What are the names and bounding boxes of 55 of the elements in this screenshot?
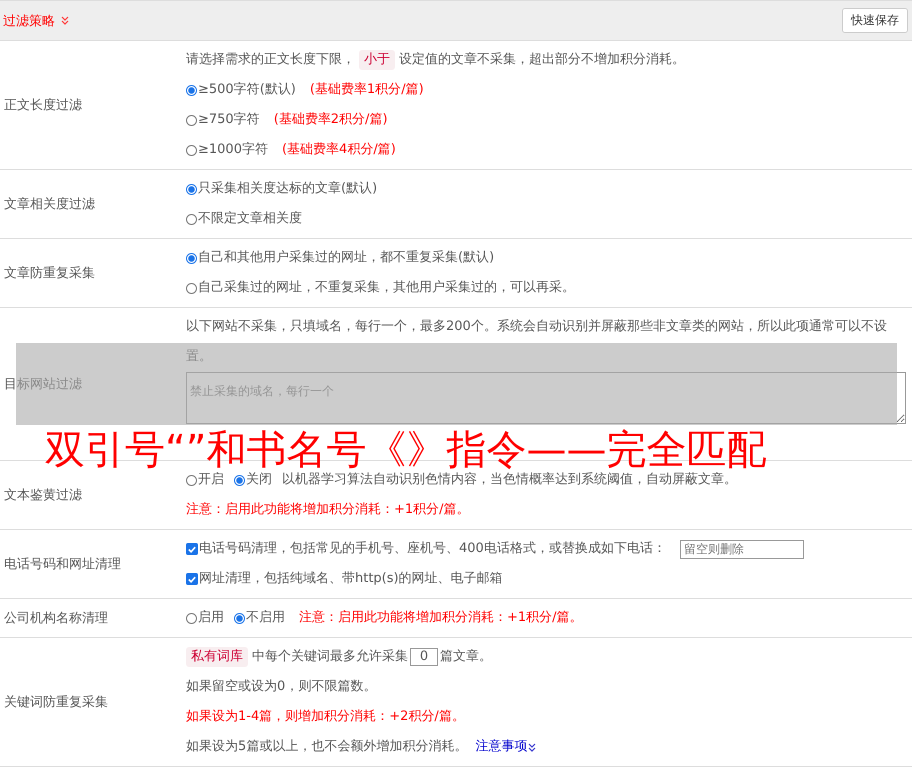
radio-button[interactable] bbox=[186, 474, 197, 486]
count-input-field[interactable]: 0 bbox=[410, 648, 438, 666]
notes-link[interactable]: 注意事项 bbox=[475, 732, 528, 762]
warning-text: 注意：启用此功能将增加积分消耗：+1积分/篇。 bbox=[186, 501, 470, 519]
radio-button[interactable] bbox=[186, 184, 197, 194]
radio-button[interactable] bbox=[234, 474, 245, 486]
warning-text: (基础费率2积分/篇) bbox=[274, 111, 388, 129]
radio-button[interactable] bbox=[186, 612, 197, 624]
radio-button[interactable] bbox=[234, 612, 245, 624]
description-text: 中每个关键词最多允许采集 bbox=[252, 648, 408, 666]
checkbox-label[interactable]: 电话号码清理，包括常见的手机号、座机号、400电话格式，或替换成如下电话： bbox=[199, 534, 666, 564]
description-text: 设定值的文章不采集，超出部分不增加积分消耗。 bbox=[399, 51, 685, 69]
row-label: 文章相关度过滤 bbox=[3, 196, 96, 213]
radio-label[interactable]: 自己采集过的网址，不重复采集，其他用户采集过的，可以再采。 bbox=[198, 273, 575, 303]
radio-button[interactable] bbox=[186, 84, 197, 96]
double-chevron-icon bbox=[528, 742, 536, 752]
row-label: 目标网站过滤 bbox=[3, 376, 83, 393]
highlight-tag: 私有词库 bbox=[186, 647, 248, 667]
radio-label[interactable]: ≥750字符 bbox=[198, 105, 260, 135]
description-text: 请选择需求的正文长度下限， bbox=[186, 51, 355, 69]
radio-label[interactable]: ≥1000字符 bbox=[198, 135, 268, 165]
description-text: 如果设为5篇或以上，也不会额外增加积分消耗。 bbox=[186, 738, 468, 756]
row-label: 正文长度过滤 bbox=[3, 97, 83, 114]
radio-label[interactable]: 不启用 bbox=[246, 603, 285, 633]
radio-button[interactable] bbox=[186, 252, 197, 264]
radio-label[interactable]: 只采集相关度达标的文章(默认) bbox=[198, 174, 378, 204]
highlight-tag: 小于 bbox=[359, 50, 395, 70]
description-text: 以机器学习算法自动识别色情内容，当色情概率达到系统阈值，自动屏蔽文章。 bbox=[282, 471, 737, 489]
description-text: 篇文章。 bbox=[440, 648, 492, 666]
row-label: 文本鉴黄过滤 bbox=[3, 487, 83, 504]
checkbox-label[interactable]: 网址清理，包括纯域名、带http(s)的网址、电子邮箱 bbox=[199, 564, 503, 594]
checkbox[interactable] bbox=[186, 573, 198, 585]
row-label: 关键词防重复采集 bbox=[3, 694, 109, 711]
double-chevron-icon bbox=[61, 16, 69, 25]
row-label: 电话号码和网址清理 bbox=[3, 556, 122, 573]
warning-text: 注意：启用此功能将增加积分消耗：+1积分/篇。 bbox=[299, 609, 583, 627]
warning-text: (基础费率4积分/篇) bbox=[282, 141, 396, 159]
radio-button[interactable] bbox=[186, 114, 197, 126]
radio-label[interactable]: 启用 bbox=[198, 603, 224, 633]
caption-text: 双引号“”和书名号《》指令——完全匹配 bbox=[45, 428, 766, 472]
radio-label[interactable]: 自己和其他用户采集过的网址，都不重复采集(默认) bbox=[198, 243, 494, 273]
radio-label[interactable]: ≥500字符(默认) bbox=[198, 75, 296, 105]
phone-input-field[interactable]: 留空则删除 bbox=[680, 540, 804, 558]
radio-button[interactable] bbox=[186, 282, 197, 294]
description-text: 以下网站不采集，只填域名，每行一个，最多200个。系统会自动识别并屏蔽那些非文章类的网站，所以此项通常可以不设置。 bbox=[186, 318, 888, 366]
radio-button[interactable] bbox=[186, 214, 197, 224]
description-text: 如果留空或设为0，则不限篇数。 bbox=[186, 678, 376, 696]
row-label: 文章防重复采集 bbox=[3, 265, 96, 282]
quick-save-button[interactable]: 快速保存 bbox=[842, 8, 908, 33]
warning-text: 如果设为1-4篇，则增加积分消耗：+2积分/篇。 bbox=[186, 708, 465, 726]
row-label: 公司机构名称清理 bbox=[3, 610, 109, 627]
checkbox[interactable] bbox=[186, 543, 198, 555]
warning-text: (基础费率1积分/篇) bbox=[310, 81, 424, 99]
radio-label[interactable]: 不限定文章相关度 bbox=[198, 204, 302, 234]
radio-button[interactable] bbox=[186, 144, 197, 156]
